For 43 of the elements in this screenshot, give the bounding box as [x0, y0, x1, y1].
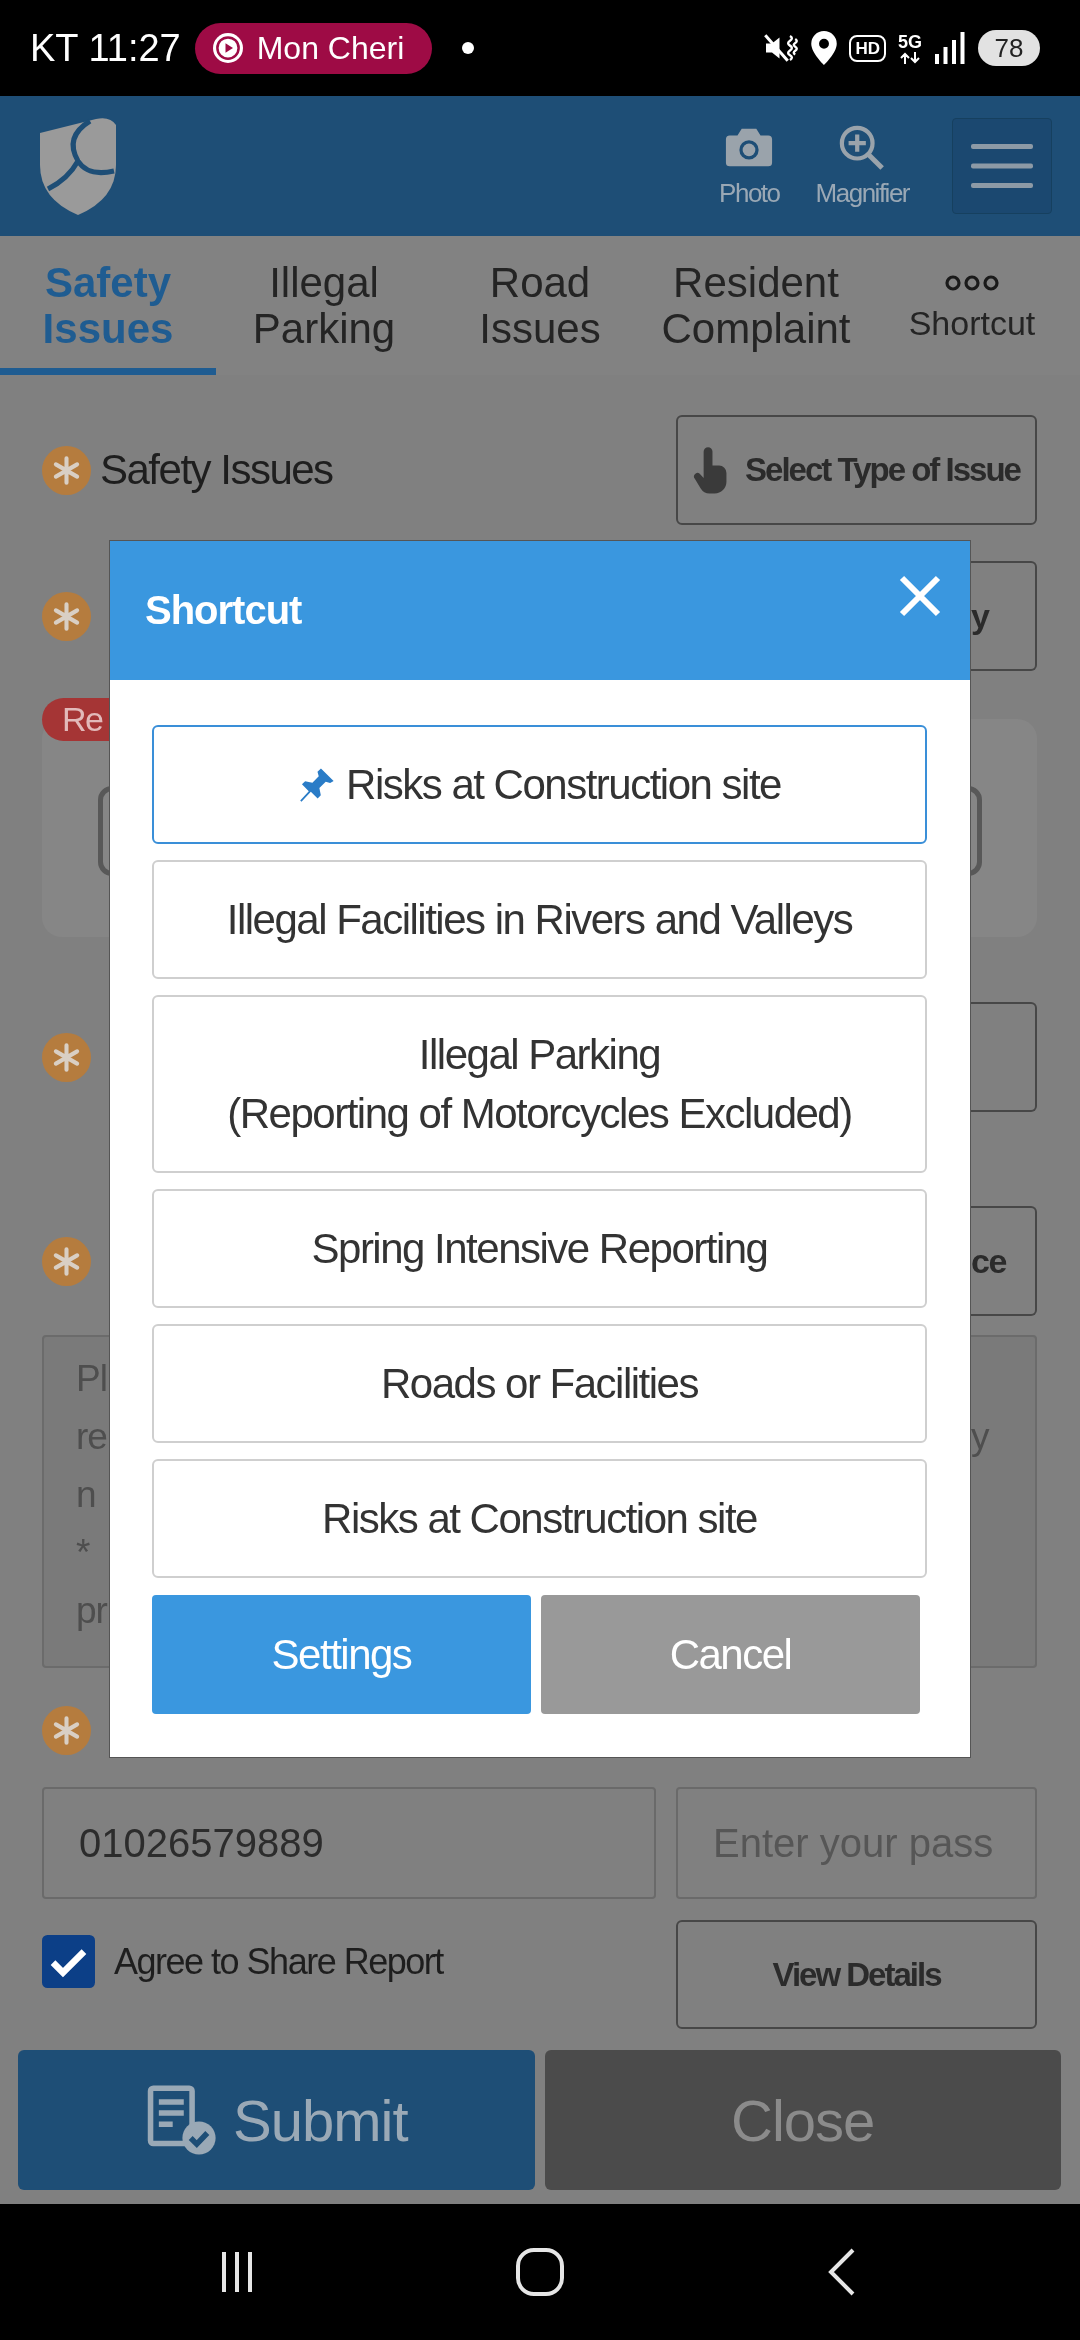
view-details-button[interactable]: View Details [676, 1920, 1037, 2029]
category-tab[interactable]: Resident Complaint [648, 236, 864, 375]
shortcut-item[interactable]: Illegal Facilities in Rivers and Valleys [152, 860, 927, 979]
signal-icon [934, 32, 966, 64]
select-type-button[interactable]: Select Type of Issue [676, 415, 1037, 525]
submit-button[interactable]: Submit [18, 2050, 535, 2190]
status-time: KT 11:27 [30, 26, 181, 70]
dialog-title: Shortcut [145, 587, 302, 634]
checkbox-label: Agree to Share Report [114, 1940, 443, 1984]
shortcut-item[interactable]: Risks at Construction site [152, 1459, 927, 1578]
close-icon [899, 575, 941, 617]
cancel-button[interactable]: Cancel [541, 1595, 920, 1714]
dialog-close-button[interactable] [899, 575, 941, 617]
battery-indicator: 78 [978, 30, 1040, 66]
close-button[interactable]: Close [544, 2050, 1061, 2190]
media-chip[interactable]: Mon Cheri [194, 22, 433, 74]
category-tab[interactable]: Road Issues [432, 236, 648, 375]
more-icon [945, 275, 999, 291]
shortcut-item[interactable]: Roads or Facilities [152, 1324, 927, 1443]
category-tab[interactable]: Illegal Parking [216, 236, 432, 375]
shortcut-tab[interactable]: Shortcut [864, 236, 1080, 375]
hd-indicator: HD [849, 34, 886, 62]
data-arrows-icon [899, 51, 921, 64]
menu-button[interactable] [952, 118, 1052, 214]
menu-icon [971, 144, 1033, 188]
checkbox[interactable] [42, 1935, 95, 1988]
document-check-icon [145, 2084, 217, 2156]
settings-button[interactable]: Settings [152, 1595, 531, 1714]
shortcut-item[interactable]: Risks at Construction site [152, 725, 927, 844]
category-tab[interactable]: Safety Issues [0, 236, 216, 375]
location-icon [811, 31, 838, 65]
magnifier-button[interactable]: Magnifier [815, 123, 909, 209]
shortcut-item[interactable]: Spring Intensive Reporting [152, 1189, 927, 1308]
field-label: Safety Issues [100, 446, 333, 494]
network-type: 5G [898, 32, 922, 51]
photo-button[interactable]: Photo [719, 123, 780, 209]
status-tag: Re [42, 698, 109, 741]
notification-dot-icon [462, 42, 475, 54]
shield-logo-icon [38, 117, 118, 215]
phone-field[interactable]: 01026579889 [42, 1787, 656, 1899]
shortcut-item[interactable]: Illegal Parking (Reporting of Motorcycles Excluded) [152, 995, 927, 1173]
play-icon [212, 33, 243, 63]
placeholder-text: * [76, 1531, 90, 1575]
